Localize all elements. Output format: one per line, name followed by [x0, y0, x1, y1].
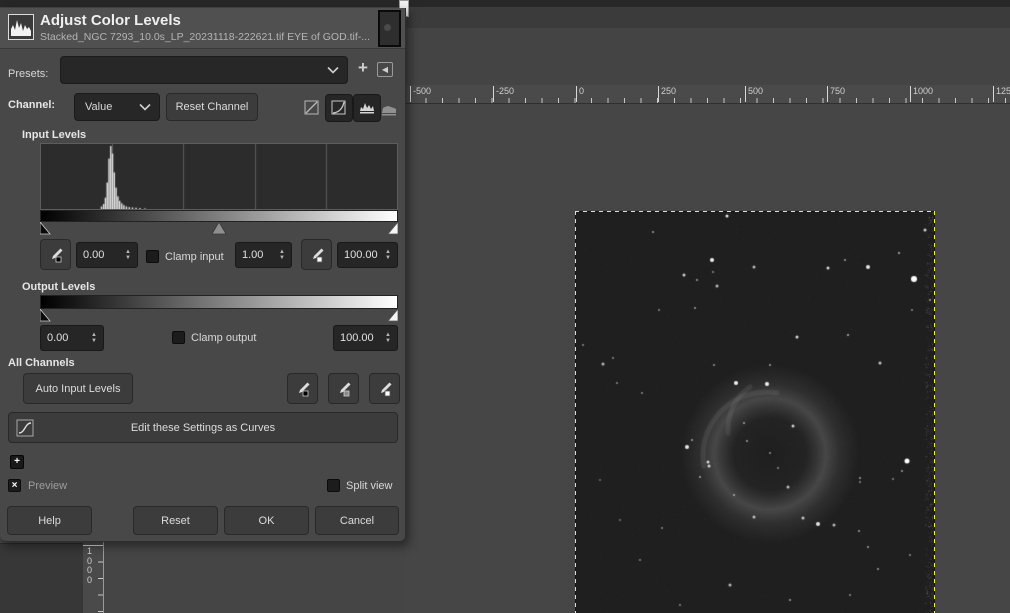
edit-as-curves-label: Edit these Settings as Curves [131, 422, 275, 434]
input-gradient-bar [40, 210, 398, 222]
linear-light-icon[interactable] [304, 100, 319, 118]
ruler-tick-label: 500 [745, 86, 763, 102]
curves-icon [16, 419, 34, 437]
histogram-linear-icon [359, 101, 375, 114]
tool-band [405, 28, 1010, 85]
spin-arrows[interactable]: ▲▼ [381, 333, 397, 344]
white-point-slider[interactable] [388, 222, 398, 234]
ruler-tick-label: 250 [658, 86, 676, 102]
image-thumbnail [378, 10, 401, 47]
auto-input-levels-button[interactable]: Auto Input Levels [23, 373, 133, 404]
preview-checkbox[interactable]: × [8, 479, 21, 492]
reset-channel-button[interactable]: Reset Channel [166, 93, 258, 121]
preview-label: Preview [28, 480, 67, 492]
cancel-button[interactable]: Cancel [315, 506, 399, 535]
nebula-image [575, 211, 935, 613]
output-sliders-track[interactable] [40, 309, 398, 322]
histogram-log-icon[interactable] [381, 103, 397, 119]
perceptual-curve-icon [331, 100, 346, 115]
input-gamma-value: 1.00 [236, 249, 275, 261]
input-low-spinbox[interactable]: 0.00 ▲▼ [76, 242, 138, 268]
pick-white-point-button[interactable] [301, 239, 332, 270]
spin-arrows[interactable]: ▲▼ [121, 250, 137, 261]
gamma-slider[interactable] [212, 222, 226, 234]
perceptual-light-button[interactable] [325, 94, 353, 122]
input-sliders-track[interactable] [40, 222, 398, 235]
dialog-header[interactable]: Adjust Color Levels Stacked_NGC 7293_10.… [0, 8, 405, 49]
layer-boundary-left [575, 211, 576, 613]
edit-as-curves-button[interactable]: Edit these Settings as Curves [8, 412, 398, 443]
eyedropper-black-icon [48, 247, 64, 263]
spin-arrows[interactable]: ▲▼ [381, 250, 397, 261]
ruler-tick-label: 1000 [910, 86, 933, 102]
channel-label: Channel: [8, 99, 55, 111]
channel-dropdown-value: Value [85, 101, 112, 113]
gimp-window: -500 -250 0 250 500 750 1000 125 1 0 0 0 Adjust… [0, 0, 1010, 613]
presets-dropdown[interactable] [60, 56, 348, 84]
clamp-output-label: Clamp output [191, 332, 256, 344]
output-low-value: 0.00 [41, 332, 87, 344]
ruler-tick-label: 125 [993, 86, 1010, 102]
dialog-subtitle: Stacked_NGC 7293_10.0s_LP_20231118-22262… [40, 31, 370, 43]
dock-panel-fragment [0, 543, 83, 613]
spin-arrows[interactable]: ▲▼ [87, 333, 103, 344]
chevron-down-icon [327, 66, 339, 74]
layer-boundary-right [934, 211, 935, 613]
input-low-value: 0.00 [77, 249, 121, 261]
clamp-input-checkbox[interactable] [146, 250, 159, 263]
output-black-slider[interactable] [40, 309, 50, 321]
dialog-title: Adjust Color Levels [40, 12, 181, 29]
histogram-linear-button[interactable] [353, 94, 381, 122]
eyedropper-white-icon [377, 381, 393, 397]
reset-button[interactable]: Reset [133, 506, 218, 535]
clamp-input-label: Clamp input [165, 251, 224, 263]
channel-dropdown[interactable]: Value [74, 93, 160, 121]
levels-histogram[interactable] [40, 143, 398, 210]
output-high-spinbox[interactable]: 100.00 ▲▼ [333, 325, 398, 351]
blending-options-expander[interactable]: + [10, 455, 24, 469]
horizontal-ruler[interactable]: -500 -250 0 250 500 750 1000 125 [405, 85, 1010, 104]
eyedropper-gray-icon [336, 381, 352, 397]
presets-menu-icon[interactable]: ◀ [377, 62, 393, 77]
input-levels-heading: Input Levels [22, 129, 86, 141]
eyedropper-black-icon [295, 381, 311, 397]
input-high-spinbox[interactable]: 100.00 ▲▼ [337, 242, 398, 268]
output-low-spinbox[interactable]: 0.00 ▲▼ [40, 325, 104, 351]
levels-histogram-icon [8, 14, 34, 40]
pick-black-point-button[interactable] [40, 239, 71, 270]
split-view-checkbox[interactable] [327, 479, 340, 492]
ruler-label-1000: 1 0 0 0 [87, 547, 96, 585]
presets-label: Presets: [8, 68, 48, 80]
input-gamma-spinbox[interactable]: 1.00 ▲▼ [235, 242, 292, 268]
pick-all-white-button[interactable] [369, 373, 400, 404]
clamp-output-checkbox[interactable] [172, 331, 185, 344]
menu-band [405, 7, 1010, 28]
spin-arrows[interactable]: ▲▼ [275, 250, 291, 261]
ruler-tick-label: 750 [827, 86, 845, 102]
adjust-color-levels-dialog: Adjust Color Levels Stacked_NGC 7293_10.… [0, 8, 406, 542]
ruler-tick-label: 0 [576, 86, 584, 102]
output-gradient-bar [40, 295, 398, 309]
eyedropper-white-icon [309, 247, 325, 263]
layer-boundary-top [575, 211, 935, 212]
help-button[interactable]: Help [7, 506, 92, 535]
pick-all-black-button[interactable] [287, 373, 318, 404]
black-point-slider[interactable] [40, 222, 50, 234]
output-high-value: 100.00 [334, 332, 381, 344]
ruler-tick-label: -250 [493, 86, 514, 102]
top-strip [0, 0, 1010, 7]
vertical-ruler[interactable]: 1 0 0 0 [83, 541, 104, 613]
pick-all-gray-button[interactable] [328, 373, 359, 404]
image-layer[interactable] [575, 211, 935, 613]
ruler-tick-label: -500 [410, 86, 431, 102]
chevron-down-icon [139, 103, 151, 111]
ruler-minor-ticks [98, 546, 103, 613]
add-preset-button[interactable]: + [354, 59, 372, 77]
all-channels-heading: All Channels [8, 357, 75, 369]
output-levels-heading: Output Levels [22, 281, 95, 293]
output-white-slider[interactable] [388, 309, 398, 321]
ok-button[interactable]: OK [224, 506, 309, 535]
input-high-value: 100.00 [338, 249, 381, 261]
split-view-label: Split view [346, 480, 392, 492]
